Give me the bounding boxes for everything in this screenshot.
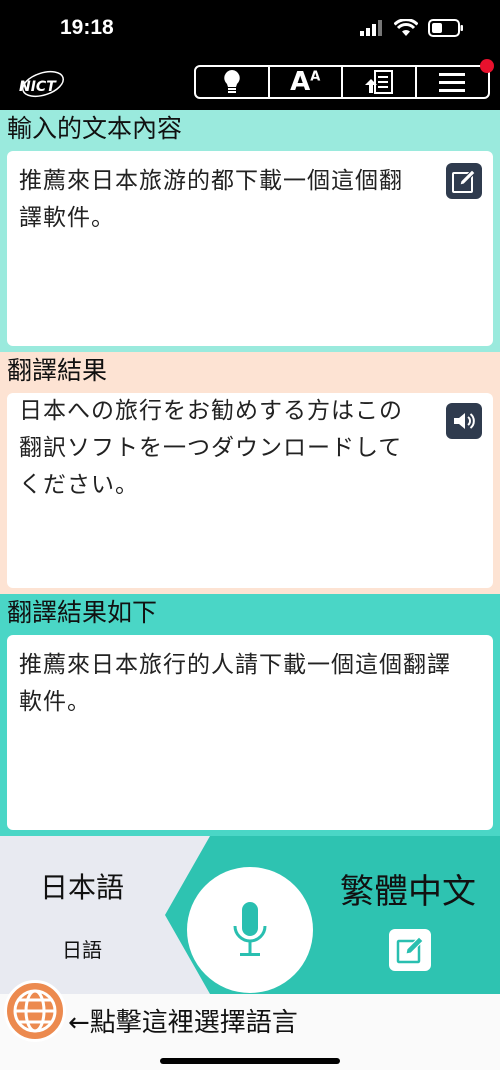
back-translation-text: 推薦來日本旅行的人請下載一個這個翻譯軟件。 [19, 652, 451, 715]
input-section: 輸入的文本內容 推薦來日本旅游的都下載一個這個翻譯軟件。 [0, 110, 500, 352]
footer: ←點擊這裡選擇語言 [0, 980, 500, 1070]
status-bar: 19:18 [0, 0, 500, 58]
toolbar: AA [194, 59, 494, 99]
input-card[interactable]: 推薦來日本旅游的都下載一個這個翻譯軟件。 [7, 151, 493, 346]
language-hint: ←點擊這裡選擇語言 [68, 1008, 298, 1038]
edit-target-button[interactable] [389, 929, 431, 971]
result-section: 翻譯結果 日本への旅行をお勧めする方はこの翻訳ソフトを一つダウンロードしてくださ… [0, 352, 500, 594]
font-size-icon: AA [290, 67, 321, 97]
language-select-button[interactable] [4, 980, 66, 1042]
tips-button[interactable] [196, 67, 270, 97]
input-text: 推薦來日本旅游的都下載一個這個翻譯軟件。 [19, 168, 403, 231]
play-audio-button[interactable] [446, 403, 482, 439]
wifi-icon [394, 19, 418, 36]
font-size-button[interactable]: AA [270, 67, 343, 97]
nict-logo: NICT [19, 70, 65, 98]
result-title: 翻譯結果 [7, 356, 108, 385]
globe-icon [13, 989, 57, 1033]
speaker-icon [454, 413, 475, 429]
microphone-icon [233, 902, 267, 956]
app-bar: NICT AA [0, 58, 500, 110]
microphone-button[interactable] [187, 867, 313, 993]
language-bar: 日本語 日語 繁體中文 [0, 836, 500, 994]
status-time: 19:18 [60, 16, 114, 39]
edit-input-button[interactable] [446, 163, 482, 199]
menu-button[interactable] [417, 59, 494, 97]
source-language-native: 日語 [62, 938, 102, 962]
back-translation-section: 翻譯結果如下 推薦來日本旅行的人請下載一個這個翻譯軟件。 [0, 594, 500, 836]
logo-text: NICT [19, 79, 57, 95]
back-translation-card: 推薦來日本旅行的人請下載一個這個翻譯軟件。 [7, 635, 493, 830]
source-language-panel[interactable]: 日本語 日語 [0, 836, 210, 994]
input-title: 輸入的文本內容 [7, 114, 183, 143]
battery-icon [428, 19, 463, 37]
notification-dot [480, 59, 494, 73]
menu-icon [439, 73, 466, 92]
result-text: 日本への旅行をお勧めする方はこの翻訳ソフトを一つダウンロードしてください。 [19, 398, 403, 498]
edit-icon [396, 936, 424, 964]
result-card: 日本への旅行をお勧めする方はこの翻訳ソフトを一つダウンロードしてください。 [7, 393, 493, 588]
lightbulb-icon [224, 70, 240, 93]
home-indicator[interactable] [160, 1058, 340, 1064]
edit-icon [452, 169, 476, 193]
signal-icon [360, 20, 382, 36]
back-translation-title: 翻譯結果如下 [7, 598, 158, 627]
upload-checklist-icon [364, 70, 393, 94]
source-language-name: 日本語 [40, 871, 125, 904]
status-icons [360, 19, 464, 37]
history-button[interactable] [343, 67, 417, 97]
target-language-name[interactable]: 繁體中文 [340, 864, 476, 913]
